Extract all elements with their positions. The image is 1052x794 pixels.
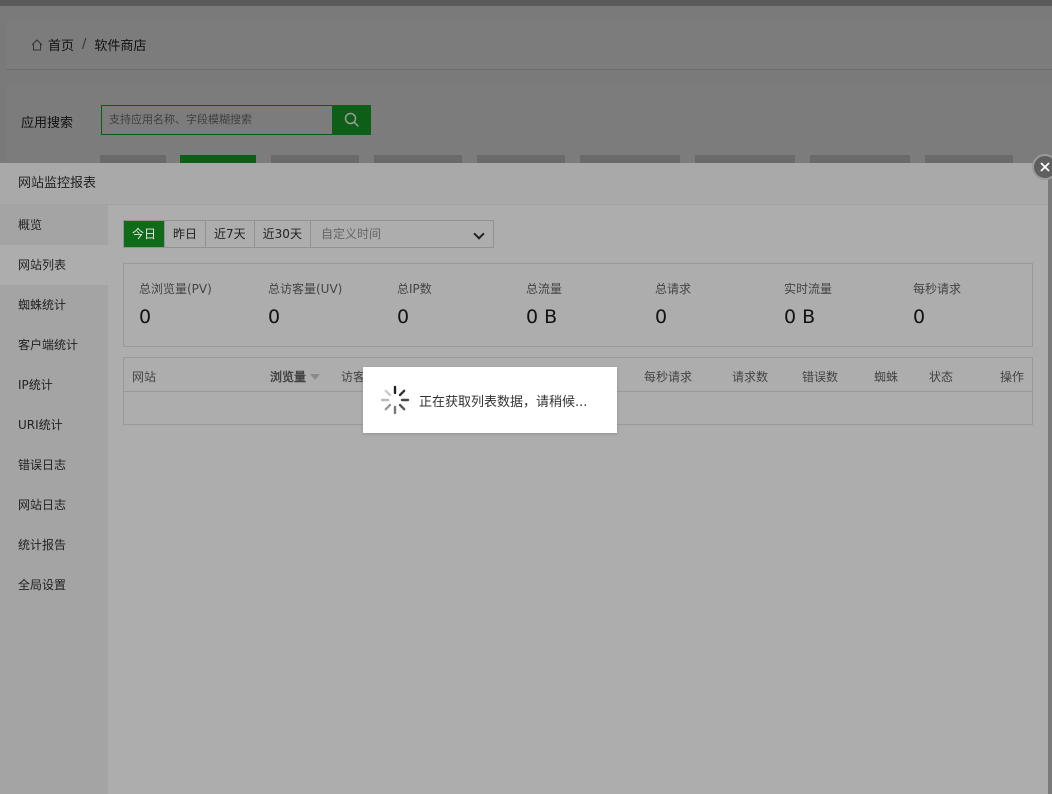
column-header-pv[interactable]: 浏览量 [270, 368, 321, 385]
stat-value: 0 B [526, 306, 558, 328]
sidebar-item-report[interactable]: 统计报告 [0, 525, 108, 565]
top-bar [0, 0, 1052, 6]
stat-value: 0 [139, 306, 152, 328]
breadcrumb: 首页 / 软件商店 [6, 20, 1052, 70]
stat-ip: 总IP数 0 [397, 280, 432, 328]
stat-traffic: 总流量 0 B [526, 280, 562, 328]
sidebar-item-uri-stats[interactable]: URI统计 [0, 405, 108, 445]
stat-label: 实时流量 [784, 282, 833, 296]
breadcrumb-separator: / [82, 37, 87, 52]
date-range-selector: 今日 昨日 近7天 近30天 自定义时间 [123, 220, 494, 248]
chevron-down-icon [473, 228, 485, 240]
column-header-request-count: 请求数 [732, 370, 769, 384]
app-search-label: 应用搜索 [21, 116, 74, 131]
stat-label: 总浏览量(PV) [139, 282, 212, 296]
app-search-input[interactable]: 支持应用名称、字段模糊搜索 [101, 105, 333, 135]
stat-value: 0 [397, 306, 410, 328]
column-header-actions: 操作 [1000, 370, 1025, 384]
column-header-error-count: 错误数 [802, 370, 839, 384]
home-icon[interactable] [30, 38, 44, 52]
stat-uv: 总访客量(UV) 0 [268, 280, 342, 328]
custom-time-select[interactable]: 自定义时间 [311, 221, 493, 247]
loading-text: 正在获取列表数据，请稍候... [419, 394, 588, 410]
stat-realtime-traffic: 实时流量 0 B [784, 280, 832, 328]
sidebar-item-ip-stats[interactable]: IP统计 [0, 365, 108, 405]
stat-pv: 总浏览量(PV) 0 [139, 280, 212, 328]
breadcrumb-home[interactable]: 首页 [48, 35, 74, 54]
stat-label: 总流量 [526, 282, 563, 296]
sidebar-item-client-stats[interactable]: 客户端统计 [0, 325, 108, 365]
search-button[interactable] [332, 105, 371, 135]
stat-label: 总请求 [655, 282, 692, 296]
sidebar-item-site-log[interactable]: 网站日志 [0, 485, 108, 525]
modal-title: 网站监控报表 [0, 163, 1048, 205]
date-option-today[interactable]: 今日 [124, 221, 166, 247]
app-search-bar: 应用搜索 支持应用名称、字段模糊搜索 [6, 85, 1052, 165]
stat-label: 总IP数 [397, 282, 432, 296]
custom-time-label: 自定义时间 [320, 227, 381, 241]
category-tabs [100, 155, 1052, 163]
stat-value: 0 [268, 306, 281, 328]
sidebar-item-spider-stats[interactable]: 蜘蛛统计 [0, 285, 108, 325]
close-icon [1040, 162, 1050, 172]
modal-sidebar: 概览 网站列表 蜘蛛统计 客户端统计 IP统计 URI统计 错误日志 网站日志 … [0, 205, 108, 794]
column-header-pv-label: 浏览量 [270, 370, 307, 384]
stat-value: 0 B [784, 306, 816, 328]
stats-summary: 总浏览量(PV) 0 总访客量(UV) 0 总IP数 0 总流量 0 B 总请求 0 实时… [123, 263, 1033, 347]
site-monitor-modal: 网站监控报表 概览 网站列表 蜘蛛统计 客户端统计 IP统计 URI统计 错误日… [0, 163, 1048, 794]
date-option-30days[interactable]: 近30天 [255, 221, 311, 247]
sidebar-item-overview[interactable]: 概览 [0, 205, 108, 245]
stat-label: 每秒请求 [913, 282, 962, 296]
column-header-uv: 访客 [341, 370, 366, 384]
stat-label: 总访客量(UV) [268, 282, 343, 296]
sidebar-item-error-log[interactable]: 错误日志 [0, 445, 108, 485]
stat-value: 0 [655, 306, 668, 328]
breadcrumb-current: 软件商店 [94, 39, 147, 54]
sort-down-icon [310, 374, 321, 380]
sidebar-item-site-list[interactable]: 网站列表 [0, 245, 108, 285]
loading-dialog: 正在获取列表数据，请稍候... [363, 367, 617, 433]
column-header-qps: 每秒请求 [644, 370, 693, 384]
stat-qps: 每秒请求 0 [913, 280, 961, 328]
column-header-spider: 蜘蛛 [874, 370, 899, 384]
column-header-status: 状态 [929, 370, 954, 384]
stat-requests: 总请求 0 [655, 280, 691, 328]
modal-content: 今日 昨日 近7天 近30天 自定义时间 总浏览量(PV) 0 总访客量(UV) 0… [108, 205, 1048, 794]
search-icon [344, 112, 359, 128]
column-header-site: 网站 [132, 370, 157, 384]
close-button[interactable] [1032, 154, 1052, 180]
stat-value: 0 [913, 306, 926, 328]
sidebar-item-global-settings[interactable]: 全局设置 [0, 565, 108, 605]
date-option-7days[interactable]: 近7天 [206, 221, 255, 247]
loading-spinner-icon [380, 385, 410, 415]
date-option-yesterday[interactable]: 昨日 [165, 221, 207, 247]
